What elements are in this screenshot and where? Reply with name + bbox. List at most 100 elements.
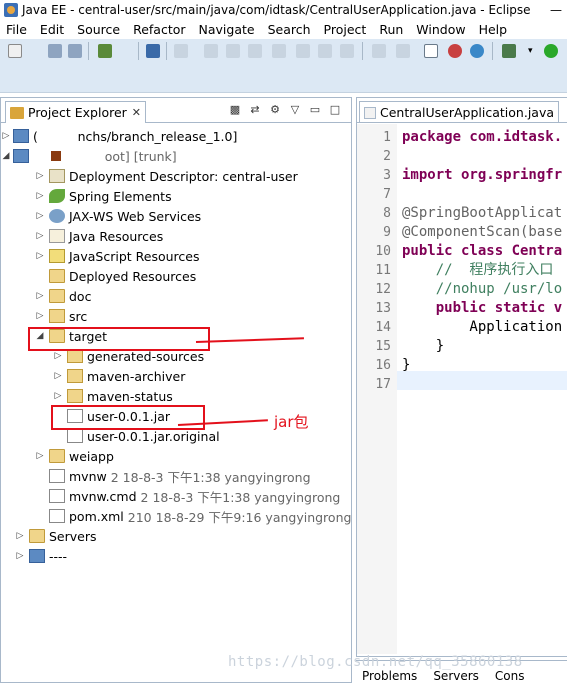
tree-item-label: weiapp [69, 448, 114, 464]
tab-problems[interactable]: Problems [356, 669, 417, 683]
menu-help[interactable]: Help [479, 22, 508, 37]
tree-item-deployed-resources[interactable]: Deployed Resources [49, 266, 196, 286]
tree-item-maven-archiver[interactable]: ▷ maven-archiver [55, 366, 186, 386]
menu-project[interactable]: Project [324, 22, 367, 37]
list-item[interactable]: ◢ oot] [trunk] [3, 146, 177, 166]
code-line[interactable]: } [402, 356, 410, 375]
code-line[interactable]: Application [402, 318, 562, 337]
menu-edit[interactable]: Edit [40, 22, 64, 37]
collapse-all-icon[interactable]: ▩ [225, 103, 245, 117]
server-icon[interactable] [448, 44, 462, 58]
skip-breakpoints-icon[interactable] [174, 44, 188, 58]
tree-item-spring-elements[interactable]: ▷ Spring Elements [37, 186, 172, 206]
menu-search[interactable]: Search [268, 22, 311, 37]
tree-item-deployment-descriptor[interactable]: ▷ Deployment Descriptor: central-user [37, 166, 298, 186]
link-editor-icon[interactable]: ⇄ [245, 103, 265, 117]
file-meta: 210 18-8-29 下午9:16 yangyingrong [127, 509, 352, 525]
disconnect-icon[interactable] [272, 44, 286, 58]
code-line[interactable]: @ComponentScan(base [402, 223, 562, 242]
tree-item-mvnw-cmd[interactable]: mvnw.cmd 2 18-8-3 下午1:38 yangyingrong [49, 486, 340, 506]
expand-icon[interactable]: ▷ [35, 291, 45, 301]
tree-item-pom[interactable]: pom.xml 210 18-8-29 下午9:16 yangyingrong [49, 506, 351, 526]
line-number: 8 [383, 206, 391, 221]
collapse-icon[interactable]: ◢ [1, 151, 11, 161]
expand-icon[interactable]: ▷ [35, 251, 45, 261]
view-toolbar: ▩ ⇄ ⚙ ▽ ▭ □ [225, 103, 345, 117]
expand-icon[interactable]: ▷ [1, 131, 11, 141]
save-icon[interactable] [48, 44, 62, 58]
view-menu-icon[interactable]: ▽ [285, 103, 305, 117]
step-over-icon[interactable] [318, 44, 332, 58]
expand-icon[interactable]: ▷ [53, 391, 63, 401]
tab-project-explorer[interactable]: Project Explorer ✕ [5, 101, 147, 123]
eclipse-app-icon [4, 3, 18, 17]
step-into-icon[interactable] [296, 44, 310, 58]
tree-item-weiapp[interactable]: ▷ weiapp [37, 446, 114, 466]
tree-item-label: Deployed Resources [69, 268, 197, 284]
expand-icon[interactable]: ▷ [15, 551, 25, 561]
expand-icon[interactable]: ▷ [53, 351, 63, 361]
suspend-icon[interactable] [226, 44, 240, 58]
file-icon [49, 489, 65, 503]
tree-item-jax-ws[interactable]: ▷ JAX-WS Web Services [37, 206, 202, 226]
menu-navigate[interactable]: Navigate [199, 22, 255, 37]
minimize-icon[interactable]: — [545, 0, 567, 20]
tab-servers[interactable]: Servers [427, 669, 479, 683]
code-line[interactable]: @SpringBootApplicat [402, 204, 562, 223]
tab-console[interactable]: Cons [489, 669, 525, 683]
tree-item-mvnw[interactable]: mvnw 2 18-8-3 下午1:38 yangyingrong [49, 466, 311, 486]
terminate-icon[interactable] [248, 44, 262, 58]
menu-run[interactable]: Run [379, 22, 403, 37]
menu-refactor[interactable]: Refactor [133, 22, 185, 37]
tree-item-label: oot] [trunk] [65, 148, 177, 164]
expand-icon[interactable]: ▷ [53, 371, 63, 381]
run-icon[interactable] [544, 44, 558, 58]
menu-window[interactable]: Window [416, 22, 465, 37]
tab-central-user-application[interactable]: CentralUserApplication.java [359, 101, 560, 123]
line-number: 12 [375, 282, 391, 297]
expand-icon[interactable]: ▷ [35, 451, 45, 461]
resume-icon[interactable] [204, 44, 218, 58]
use-step-filters-icon[interactable] [396, 44, 410, 58]
code-line[interactable]: public static v [402, 299, 562, 318]
menu-file[interactable]: File [6, 22, 27, 37]
code-line[interactable]: // 程序执行入口 [402, 261, 554, 280]
step-return-icon[interactable] [340, 44, 354, 58]
debug-icon[interactable] [502, 44, 516, 58]
tree-item-java-resources[interactable]: ▷ Java Resources [37, 226, 164, 246]
maximize-view-icon[interactable]: □ [325, 103, 345, 117]
expand-icon[interactable]: ▷ [35, 311, 45, 321]
tree-item-maven-status[interactable]: ▷ maven-status [55, 386, 173, 406]
build-icon[interactable] [98, 44, 112, 58]
tree-item-label: mvnw [69, 468, 107, 484]
expand-icon[interactable]: ▷ [35, 171, 45, 181]
expand-icon[interactable]: ▷ [15, 531, 25, 541]
save-all-icon[interactable] [68, 44, 82, 58]
code-line[interactable]: package com.idtask. [402, 128, 562, 147]
debug-dropdown-icon[interactable]: ▾ [528, 44, 536, 58]
code-line[interactable]: } [402, 337, 444, 356]
code-line[interactable]: import org.springfr [402, 166, 562, 185]
expand-icon[interactable]: ▷ [35, 211, 45, 221]
drop-to-frame-icon[interactable] [372, 44, 386, 58]
minimize-view-icon[interactable]: ▭ [305, 103, 325, 117]
list-item[interactable]: ▷ ( nchs/branch_release_1.0] [3, 126, 238, 146]
tree-item-javascript-resources[interactable]: ▷ JavaScript Resources [37, 246, 200, 266]
expand-icon[interactable]: ▷ [35, 231, 45, 241]
menu-source[interactable]: Source [77, 22, 120, 37]
toggle-mark-icon[interactable] [424, 44, 438, 58]
file-icon [49, 469, 65, 483]
tree-item-servers[interactable]: ▷ Servers [17, 526, 97, 546]
project-explorer-tabbar: Project Explorer ✕ ▩ ⇄ ⚙ ▽ ▭ □ [1, 98, 351, 123]
tree-item-src[interactable]: ▷ src [37, 306, 88, 326]
new-icon[interactable] [8, 44, 22, 58]
terminal-icon[interactable] [146, 44, 160, 58]
tree-item-doc[interactable]: ▷ doc [37, 286, 92, 306]
expand-icon[interactable]: ▷ [35, 191, 45, 201]
filter-icon[interactable]: ⚙ [265, 103, 285, 117]
code-line[interactable]: public class Centra [402, 242, 562, 261]
close-icon[interactable]: ✕ [132, 106, 141, 119]
code-line[interactable]: //nohup /usr/lo [402, 280, 562, 299]
browser-icon[interactable] [470, 44, 484, 58]
list-item[interactable]: ▷ ---- [17, 546, 87, 566]
